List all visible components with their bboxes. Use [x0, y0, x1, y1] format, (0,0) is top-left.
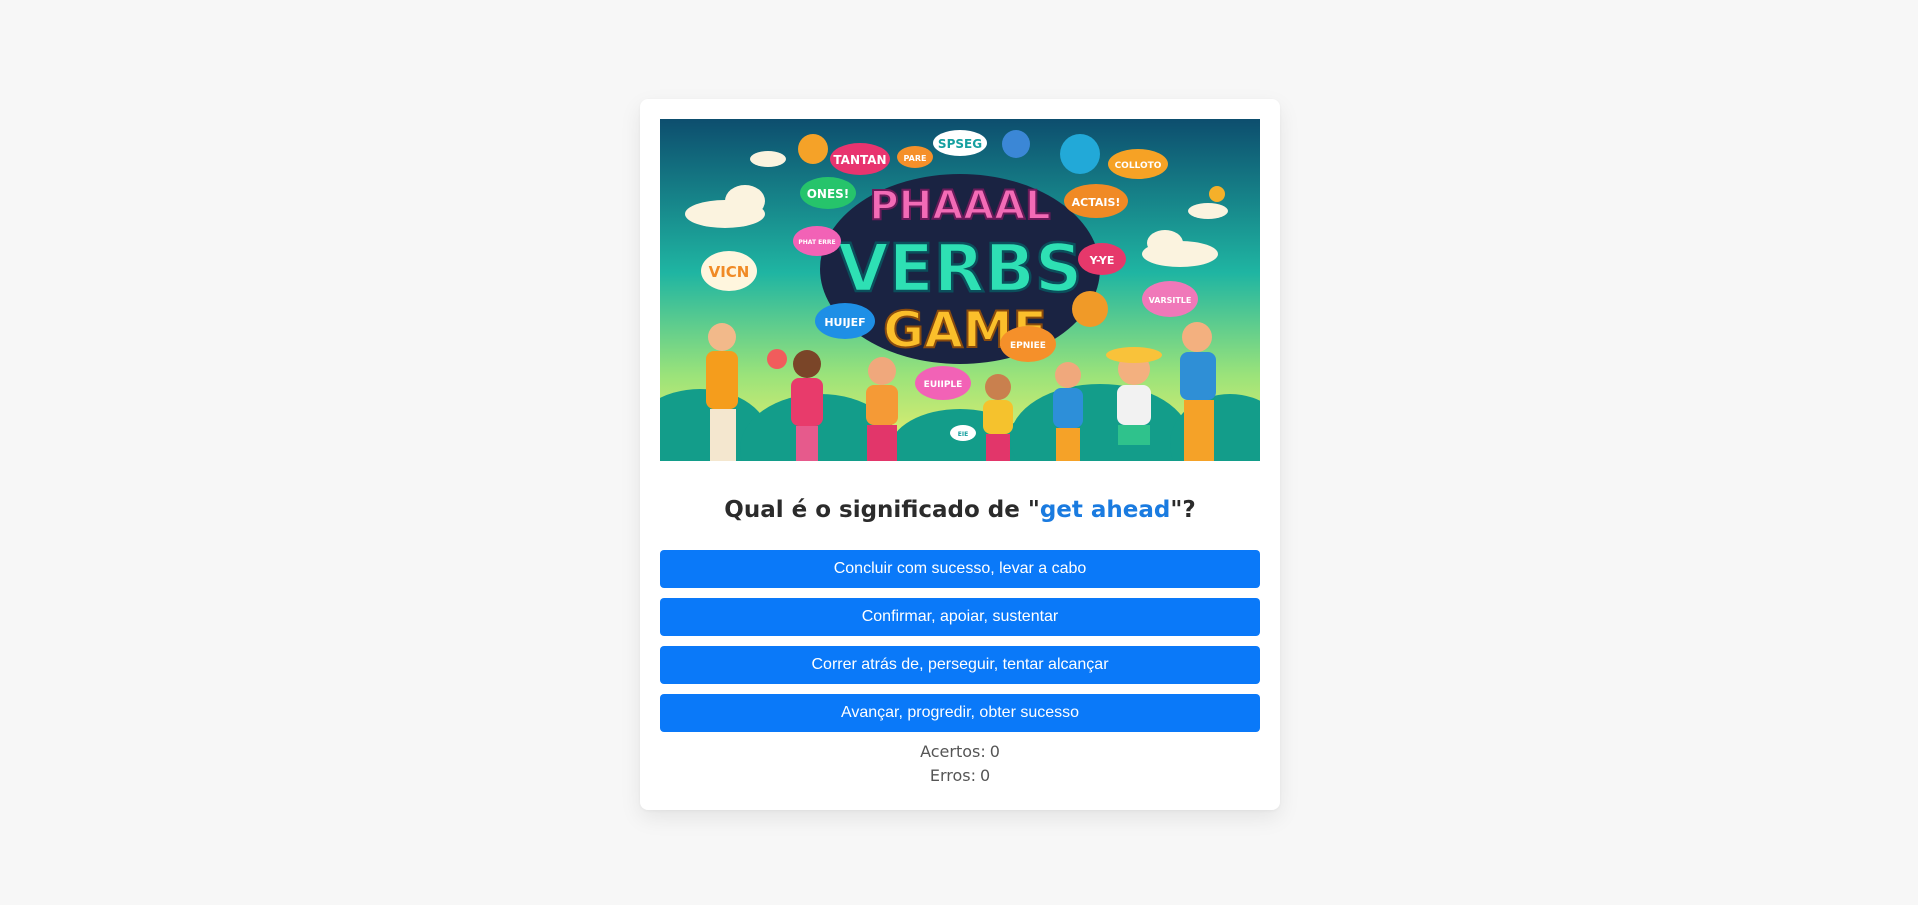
speech-bubble: ONES! [800, 177, 856, 209]
speech-bubble: TANTAN [830, 143, 890, 175]
svg-text:EIE: EIE [958, 431, 968, 438]
svg-text:SPSEG: SPSEG [938, 137, 982, 151]
speech-bubble: HUIJEF [815, 303, 875, 339]
svg-text:PARE: PARE [904, 154, 927, 163]
speech-bubble: VICN [701, 251, 757, 291]
speech-bubble: PARE [897, 146, 933, 168]
speech-bubble: EIE [950, 425, 976, 441]
correct-label: Acertos: [920, 742, 986, 761]
speech-bubble: EUIIPLE [915, 366, 971, 400]
wrong-value: 0 [979, 766, 991, 785]
wrong-label: Erros: [929, 766, 976, 785]
speech-bubble: ACTAIS! [1064, 184, 1128, 218]
correct-value: 0 [989, 742, 1000, 761]
wrong-count: Erros: 0 [660, 766, 1260, 785]
answer-options: Concluir com sucesso, levar a cabo Confi… [660, 550, 1260, 742]
svg-text:VARSITLE: VARSITLE [1149, 296, 1192, 305]
svg-text:VICN: VICN [709, 263, 750, 281]
svg-text:HUIJEF: HUIJEF [824, 316, 865, 329]
answer-option-2[interactable]: Confirmar, apoiar, sustentar [660, 598, 1260, 636]
speech-bubble: VARSITLE [1142, 281, 1198, 317]
svg-text:Y-YE: Y-YE [1089, 254, 1115, 267]
hero-title-line2: VERBS [838, 230, 1083, 307]
svg-text:TANTAN: TANTAN [833, 153, 886, 167]
answer-option-3[interactable]: Correr atrás de, perseguir, tentar alcan… [660, 646, 1260, 684]
hero-image: PHAAAL VERBS GAME TANTAN PARE SPSEG COLL… [660, 119, 1260, 461]
svg-text:EPNIEE: EPNIEE [1010, 341, 1046, 351]
speech-bubble: PHAT ERRE [793, 226, 841, 256]
hero-illustration: PHAAAL VERBS GAME TANTAN PARE SPSEG COLL… [660, 119, 1260, 461]
hero-title-line1: PHAAAL [869, 183, 1050, 229]
svg-text:EUIIPLE: EUIIPLE [924, 380, 963, 390]
question-suffix: "? [1170, 497, 1196, 523]
speech-bubble: SPSEG [933, 130, 987, 156]
quiz-card: PHAAAL VERBS GAME TANTAN PARE SPSEG COLL… [640, 99, 1280, 810]
speech-bubble: EPNIEE [1000, 326, 1056, 362]
speech-bubble: Y-YE [1078, 243, 1126, 275]
svg-text:ONES!: ONES! [807, 187, 850, 201]
question-term: get ahead [1039, 497, 1171, 523]
svg-text:COLLOTO: COLLOTO [1115, 161, 1162, 171]
speech-bubble: COLLOTO [1108, 149, 1168, 179]
question-prefix: Qual é o significado de " [724, 497, 1040, 523]
correct-count: Acertos: 0 [660, 742, 1260, 761]
svg-text:PHAT ERRE: PHAT ERRE [798, 239, 835, 246]
question-text: Qual é o significado de "get ahead"? [660, 497, 1260, 523]
answer-option-4[interactable]: Avançar, progredir, obter sucesso [660, 694, 1260, 732]
svg-text:ACTAIS!: ACTAIS! [1072, 196, 1121, 209]
answer-option-1[interactable]: Concluir com sucesso, levar a cabo [660, 550, 1260, 588]
